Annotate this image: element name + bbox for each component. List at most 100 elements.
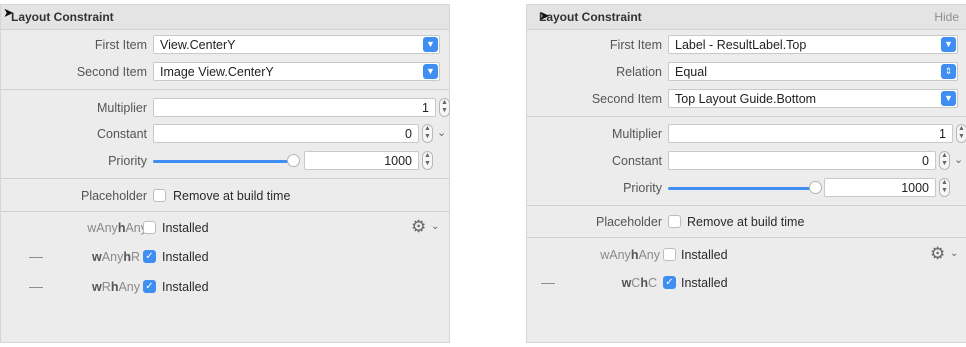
size-class-label: wAnyhAny: [87, 221, 147, 235]
constant-field[interactable]: 0: [668, 151, 936, 170]
relation-label: Relation: [616, 65, 662, 79]
gear-icon[interactable]: ⚙: [411, 217, 426, 237]
priority-slider[interactable]: [153, 160, 293, 163]
constant-row: Constant 0 ▲ ▼ ⌄: [527, 150, 966, 172]
divider: [1, 178, 449, 179]
chevron-down-icon: ▼: [941, 91, 956, 106]
second-item-popup[interactable]: Top Layout Guide.Bottom ▼: [668, 89, 958, 108]
placeholder-checkbox[interactable]: [668, 215, 681, 228]
divider: [527, 205, 966, 206]
stepper-icon[interactable]: ▲ ▼: [956, 124, 966, 143]
stepper-icon[interactable]: ▲ ▼: [422, 151, 433, 170]
second-item-label: Second Item: [76, 65, 147, 79]
priority-slider-knob[interactable]: [287, 154, 300, 167]
chevron-down-icon: ▼: [941, 37, 956, 52]
section-title: Layout Constraint: [539, 10, 642, 24]
chevron-down-icon[interactable]: ⌄: [950, 248, 958, 259]
installed-checkbox[interactable]: ✓: [143, 280, 156, 293]
placeholder-label: Placeholder: [595, 215, 662, 229]
chevron-down-icon: ▼: [423, 64, 438, 79]
second-item-row: Second Item Top Layout Guide.Bottom ▼: [527, 88, 966, 110]
second-item-popup[interactable]: Image View.CenterY ▼: [153, 62, 440, 81]
installed-checkbox[interactable]: [663, 248, 676, 261]
placeholder-row: Placeholder Remove at build time: [1, 185, 449, 207]
second-item-value: Image View.CenterY: [160, 65, 274, 79]
divider: [527, 237, 966, 238]
stepper-icon[interactable]: ▲ ▼: [439, 98, 450, 117]
size-class-label: wAnyhAny: [600, 248, 660, 262]
placeholder-text: Remove at build time: [173, 189, 291, 203]
placeholder-text: Remove at build time: [687, 215, 805, 229]
first-item-row: First Item Label - ResultLabel.Top ▼: [527, 34, 966, 56]
size-class-label: wRhAny: [92, 280, 140, 294]
chevron-down-icon[interactable]: ⌄: [431, 221, 439, 232]
first-item-value: View.CenterY: [160, 38, 236, 52]
divider: [1, 89, 449, 90]
checkmark-icon: ✓: [665, 277, 674, 288]
stepper-icon[interactable]: ▲ ▼: [939, 178, 950, 197]
installed-row: wAnyhAny Installed ⚙ ⌄: [527, 244, 966, 266]
constant-label: Constant: [96, 127, 147, 141]
checkmark-icon: ✓: [145, 251, 154, 262]
hide-button[interactable]: Hide: [934, 10, 959, 24]
placeholder-checkbox[interactable]: [153, 189, 166, 202]
installed-label: Installed: [162, 221, 209, 235]
second-item-row: Second Item Image View.CenterY ▼: [1, 61, 449, 83]
stepper-icon[interactable]: ▲ ▼: [939, 151, 950, 170]
relation-row: Relation Equal ⇕: [527, 61, 966, 83]
priority-slider-knob[interactable]: [809, 181, 822, 194]
placeholder-label: Placeholder: [80, 189, 147, 203]
installed-label: Installed: [162, 250, 209, 264]
mouse-cursor-icon: ➤: [539, 8, 550, 23]
constant-label: Constant: [611, 154, 662, 168]
first-item-row: First Item View.CenterY ▼: [1, 34, 449, 56]
priority-field[interactable]: 1000: [824, 178, 936, 197]
installed-checkbox[interactable]: ✓: [143, 250, 156, 263]
divider: [527, 116, 966, 117]
first-item-popup[interactable]: Label - ResultLabel.Top ▼: [668, 35, 958, 54]
installed-row: — wChC ✓ Installed: [527, 272, 966, 294]
stepper-icon: ⇕: [941, 64, 956, 79]
priority-field[interactable]: 1000: [304, 151, 419, 170]
installed-label: Installed: [681, 248, 728, 262]
stepper-icon[interactable]: ▲ ▼: [422, 124, 433, 143]
constant-field[interactable]: 0: [153, 124, 419, 143]
size-class-label: wChC: [621, 276, 657, 290]
installed-row: — wRhAny ✓ Installed: [1, 276, 449, 298]
installed-label: Installed: [162, 280, 209, 294]
first-item-label: First Item: [609, 38, 662, 52]
chevron-down-icon[interactable]: ⌄: [954, 153, 963, 166]
priority-row: Priority 1000 ▲ ▼: [1, 150, 449, 172]
installed-label: Installed: [681, 276, 728, 290]
section-title: Layout Constraint: [11, 10, 114, 24]
relation-popup[interactable]: Equal ⇕: [668, 62, 958, 81]
section-header[interactable]: ➤ Layout Constraint: [1, 5, 449, 30]
placeholder-row: Placeholder Remove at build time: [527, 211, 966, 233]
right-constraint-inspector: Layout Constraint ➤ Hide First Item Labe…: [526, 4, 966, 343]
first-item-value: Label - ResultLabel.Top: [675, 38, 807, 52]
first-item-popup[interactable]: View.CenterY ▼: [153, 35, 440, 54]
gear-icon[interactable]: ⚙: [930, 244, 945, 264]
constant-row: Constant 0 ▲ ▼ ⌄: [1, 123, 449, 145]
second-item-label: Second Item: [591, 92, 662, 106]
multiplier-row: Multiplier 1 ▲ ▼: [527, 123, 966, 145]
chevron-down-icon[interactable]: ⌄: [437, 126, 446, 139]
installed-checkbox[interactable]: [143, 221, 156, 234]
priority-row: Priority 1000 ▲ ▼: [527, 177, 966, 199]
relation-value: Equal: [675, 65, 707, 79]
installed-row: — wAnyhR ✓ Installed: [1, 246, 449, 268]
chevron-down-icon: ▼: [423, 37, 438, 52]
installed-row: wAnyhAny Installed ⚙ ⌄: [1, 217, 449, 239]
multiplier-field[interactable]: 1: [153, 98, 436, 117]
priority-slider[interactable]: [668, 187, 813, 190]
priority-label: Priority: [108, 154, 147, 168]
divider: [1, 211, 449, 212]
installed-checkbox[interactable]: ✓: [663, 276, 676, 289]
multiplier-label: Multiplier: [611, 127, 662, 141]
checkmark-icon: ✓: [145, 281, 154, 292]
section-header[interactable]: Layout Constraint ➤ Hide: [527, 5, 966, 30]
multiplier-row: Multiplier 1 ▲ ▼: [1, 97, 450, 119]
multiplier-field[interactable]: 1: [668, 124, 953, 143]
first-item-label: First Item: [94, 38, 147, 52]
size-class-label: wAnyhR: [92, 250, 140, 264]
